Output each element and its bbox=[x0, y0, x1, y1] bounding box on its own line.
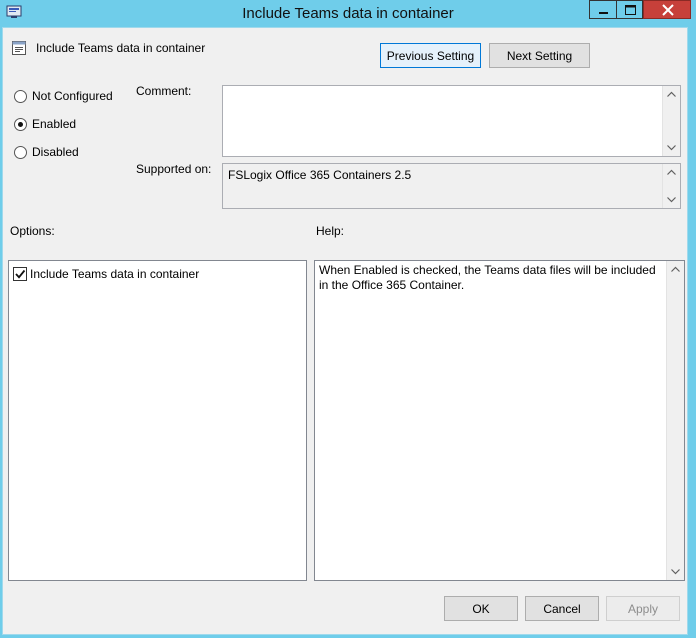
cancel-button[interactable]: Cancel bbox=[525, 596, 599, 621]
supported-on-label: Supported on: bbox=[136, 162, 212, 176]
radio-label: Disabled bbox=[32, 145, 79, 159]
policy-title: Include Teams data in container bbox=[36, 41, 206, 55]
close-button[interactable] bbox=[643, 0, 691, 19]
options-label: Options: bbox=[10, 224, 55, 238]
comment-textbox[interactable] bbox=[222, 85, 681, 157]
include-teams-checkbox-label: Include Teams data in container bbox=[30, 267, 200, 281]
scroll-up-arrow-icon[interactable] bbox=[663, 164, 680, 181]
options-panel: Include Teams data in container bbox=[8, 260, 307, 581]
dialog-window: Include Teams data in container Include … bbox=[0, 0, 696, 638]
minimize-button[interactable] bbox=[589, 0, 616, 19]
help-text: When Enabled is checked, the Teams data … bbox=[319, 263, 656, 292]
scroll-up-arrow-icon[interactable] bbox=[667, 261, 684, 278]
comment-label: Comment: bbox=[136, 84, 192, 98]
radio-button[interactable] bbox=[14, 118, 27, 131]
next-setting-button[interactable]: Next Setting bbox=[489, 43, 590, 68]
help-panel: When Enabled is checked, the Teams data … bbox=[314, 260, 685, 581]
supported-on-scrollbar[interactable] bbox=[662, 164, 680, 208]
scroll-down-arrow-icon[interactable] bbox=[663, 139, 680, 156]
radio-label: Not Configured bbox=[32, 89, 113, 103]
policy-setting-icon bbox=[11, 40, 27, 56]
supported-on-value: FSLogix Office 365 Containers 2.5 bbox=[228, 168, 412, 182]
maximize-button[interactable] bbox=[616, 0, 643, 19]
scroll-down-arrow-icon[interactable] bbox=[663, 191, 680, 208]
comment-scrollbar[interactable] bbox=[662, 86, 680, 156]
scroll-down-arrow-icon[interactable] bbox=[667, 563, 684, 580]
help-label: Help: bbox=[316, 224, 345, 238]
include-teams-checkbox[interactable] bbox=[13, 267, 27, 281]
radio-button[interactable] bbox=[14, 146, 27, 159]
title-bar[interactable]: Include Teams data in container bbox=[0, 0, 696, 27]
supported-on-textbox: FSLogix Office 365 Containers 2.5 bbox=[222, 163, 681, 209]
ok-button[interactable]: OK bbox=[444, 596, 518, 621]
previous-setting-button[interactable]: Previous Setting bbox=[380, 43, 481, 68]
radio-selected-dot bbox=[18, 122, 23, 127]
help-scrollbar[interactable] bbox=[666, 261, 684, 580]
scroll-up-arrow-icon[interactable] bbox=[663, 86, 680, 103]
radio-label: Enabled bbox=[32, 117, 77, 131]
apply-button[interactable]: Apply bbox=[606, 596, 680, 621]
radio-button[interactable] bbox=[14, 90, 27, 103]
dialog-content: Include Teams data in container Previous… bbox=[2, 27, 688, 635]
